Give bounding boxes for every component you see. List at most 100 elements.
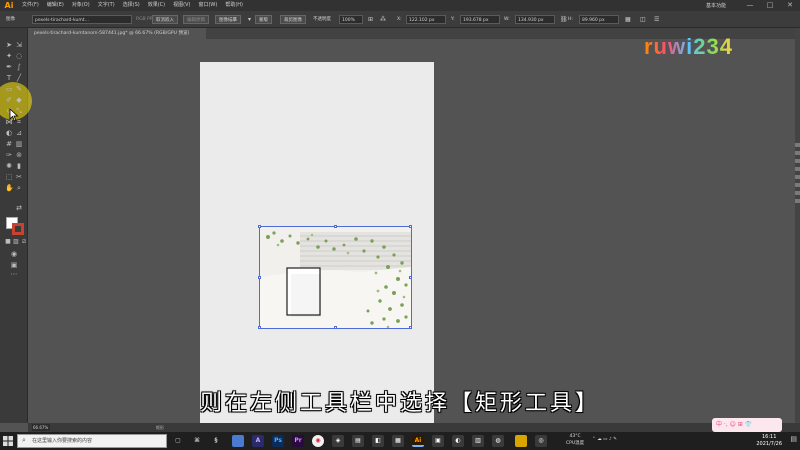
swatches-panel-icon[interactable] bbox=[795, 175, 800, 179]
stroke-panel-icon[interactable] bbox=[795, 183, 800, 187]
stroke-swatch[interactable] bbox=[12, 223, 24, 235]
resize-handle-bottom-left[interactable] bbox=[258, 326, 261, 329]
folder-icon[interactable] bbox=[515, 435, 527, 447]
magic-wand-tool-icon[interactable]: ✦ bbox=[5, 52, 13, 60]
layers-panel-icon[interactable] bbox=[795, 151, 800, 155]
hand-tool-icon[interactable]: ✋ bbox=[5, 184, 14, 192]
menu-window[interactable]: 窗口(W) bbox=[194, 0, 221, 11]
perspective-grid-tool-icon[interactable]: ⊿ bbox=[15, 129, 23, 137]
maximize-button[interactable]: □ bbox=[760, 0, 780, 11]
windows-start-icon[interactable] bbox=[3, 436, 13, 446]
artboard-tool-icon[interactable]: ⬚ bbox=[5, 173, 13, 181]
app-icon-10[interactable]: ◐ bbox=[452, 435, 464, 447]
task-view-icon[interactable]: ▢ bbox=[172, 435, 184, 447]
unembed-button[interactable]: 取消嵌入 bbox=[152, 15, 178, 24]
align-icon[interactable]: ⊞ bbox=[368, 15, 373, 24]
cpu-temp-widget[interactable]: 43°C CPU温度 bbox=[566, 434, 584, 447]
resize-handle-top[interactable] bbox=[334, 225, 337, 228]
edit-original-button[interactable]: 编辑原稿 bbox=[183, 15, 209, 24]
zoom-level-field[interactable]: 66.67% bbox=[32, 424, 50, 431]
image-trace-button[interactable]: 图像描摹 bbox=[215, 15, 241, 24]
app-icon-3[interactable] bbox=[232, 435, 244, 447]
app-icon-11[interactable]: ▥ bbox=[472, 435, 484, 447]
input-method-badge[interactable]: 中 ·, ☺ ⊞ 👕 bbox=[712, 418, 782, 432]
w-input[interactable]: 134.930 px bbox=[515, 15, 555, 24]
menu-effect[interactable]: 效果(C) bbox=[144, 0, 169, 11]
direct-selection-tool-icon[interactable]: ⇲ bbox=[15, 41, 23, 49]
app-icon-6[interactable]: ▤ bbox=[352, 435, 364, 447]
notification-icon[interactable]: ▤ bbox=[790, 435, 797, 443]
trace-options-chevron-icon[interactable]: ▾ bbox=[248, 15, 251, 24]
menu-type[interactable]: 文字(T) bbox=[94, 0, 119, 11]
resize-handle-top-right[interactable] bbox=[409, 225, 412, 228]
selection-tool-icon[interactable]: ➤ bbox=[5, 41, 13, 49]
menu-view[interactable]: 视图(V) bbox=[169, 0, 194, 11]
app-icon-4[interactable]: A bbox=[252, 435, 264, 447]
none-mode-icon[interactable]: ⧄ bbox=[20, 238, 28, 246]
column-graph-tool-icon[interactable]: ▮ bbox=[15, 162, 23, 170]
paintbrush-tool-icon[interactable]: ✎ bbox=[15, 85, 23, 93]
type-tool-icon[interactable]: T bbox=[5, 74, 13, 82]
document-tab[interactable]: pexels-tirachard-kumtanom-587441.jpg* @ … bbox=[28, 28, 206, 39]
eraser-tool-icon[interactable]: ◆ bbox=[15, 96, 23, 104]
menu-select[interactable]: 选择(S) bbox=[119, 0, 144, 11]
blend-tool-icon[interactable]: ⊚ bbox=[15, 151, 23, 159]
app-icon-8[interactable]: ▦ bbox=[392, 435, 404, 447]
app-icon-13[interactable]: ◎ bbox=[535, 435, 547, 447]
y-input[interactable]: 193.678 px bbox=[460, 15, 500, 24]
zoom-tool-icon[interactable]: ⌕ bbox=[15, 184, 23, 192]
premiere-icon[interactable]: Pr bbox=[292, 435, 304, 447]
transform-icon[interactable]: ▦ bbox=[625, 15, 631, 24]
gradient-tool-icon[interactable]: ▥ bbox=[15, 140, 23, 148]
taskbar-clock[interactable]: 16:11 2021/7/26 bbox=[756, 434, 782, 448]
crop-image-button[interactable]: 裁剪图像 bbox=[280, 15, 306, 24]
tray-icons[interactable]: ⌃ ☁ ▭ ♪ ✎ bbox=[592, 437, 617, 450]
screen-mode-icon[interactable]: ▣ bbox=[10, 261, 18, 269]
menu-file[interactable]: 文件(F) bbox=[18, 0, 43, 11]
lasso-tool-icon[interactable]: ◌ bbox=[15, 52, 23, 60]
more-tools-icon[interactable]: ⋯ bbox=[10, 270, 18, 278]
draw-mode-icon[interactable]: ◉ bbox=[10, 250, 18, 258]
h-input[interactable]: 89.960 px bbox=[579, 15, 619, 24]
minimize-button[interactable]: — bbox=[740, 0, 760, 11]
resize-handle-right[interactable] bbox=[409, 276, 412, 279]
isolate-icon[interactable]: ◫ bbox=[640, 15, 646, 24]
photoshop-icon[interactable]: Ps bbox=[272, 435, 284, 447]
line-segment-tool-icon[interactable]: ╱ bbox=[15, 74, 23, 82]
gradient-mode-icon[interactable]: ▨ bbox=[12, 238, 20, 246]
swap-colors-icon[interactable]: ⇄ bbox=[15, 204, 23, 212]
linked-file-name[interactable]: pexels-tirachard-kumt… bbox=[32, 15, 132, 24]
taskbar-search-box[interactable]: ⌕ 在这里输入你要搜索的内容 bbox=[17, 434, 167, 448]
resize-handle-left[interactable] bbox=[258, 276, 261, 279]
close-button[interactable]: ✕ bbox=[780, 0, 800, 11]
app-icon-1[interactable]: ⌘ bbox=[191, 435, 203, 447]
transparency-panel-icon[interactable] bbox=[795, 191, 800, 195]
panel-menu-icon[interactable]: ☰ bbox=[654, 15, 659, 24]
opacity-input[interactable]: 100% bbox=[339, 15, 363, 24]
app-icon-2[interactable]: § bbox=[210, 435, 222, 447]
app-icon-5[interactable]: ◈ bbox=[332, 435, 344, 447]
chrome-icon[interactable]: ◉ bbox=[312, 435, 324, 447]
color-mode-icon[interactable]: ■ bbox=[4, 238, 12, 246]
menu-edit[interactable]: 编辑(E) bbox=[43, 0, 68, 11]
properties-panel-icon[interactable] bbox=[795, 143, 800, 147]
shape-builder-tool-icon[interactable]: ◐ bbox=[5, 129, 13, 137]
constrain-link-icon[interactable]: ⛓ bbox=[560, 15, 568, 24]
mesh-tool-icon[interactable]: # bbox=[5, 140, 13, 148]
reference-point-icon[interactable]: ⁂ bbox=[380, 15, 386, 24]
illustrator-taskbar-icon[interactable]: Ai bbox=[412, 435, 424, 447]
resize-handle-bottom[interactable] bbox=[334, 326, 337, 329]
menu-object[interactable]: 对象(O) bbox=[68, 0, 94, 11]
symbol-sprayer-tool-icon[interactable]: ✺ bbox=[5, 162, 13, 170]
menu-help[interactable]: 帮助(H) bbox=[221, 0, 247, 11]
curvature-tool-icon[interactable]: ∫ bbox=[15, 63, 23, 71]
resize-handle-bottom-right[interactable] bbox=[409, 326, 412, 329]
app-icon-7[interactable]: ◧ bbox=[372, 435, 384, 447]
color-panel-icon[interactable] bbox=[795, 167, 800, 171]
mask-button[interactable]: 蒙版 bbox=[255, 15, 272, 24]
pen-tool-icon[interactable]: ✒ bbox=[5, 63, 13, 71]
x-input[interactable]: 122.102 px bbox=[406, 15, 446, 24]
app-icon-12[interactable]: ◍ bbox=[492, 435, 504, 447]
resize-handle-top-left[interactable] bbox=[258, 225, 261, 228]
libraries-panel-icon[interactable] bbox=[795, 159, 800, 163]
